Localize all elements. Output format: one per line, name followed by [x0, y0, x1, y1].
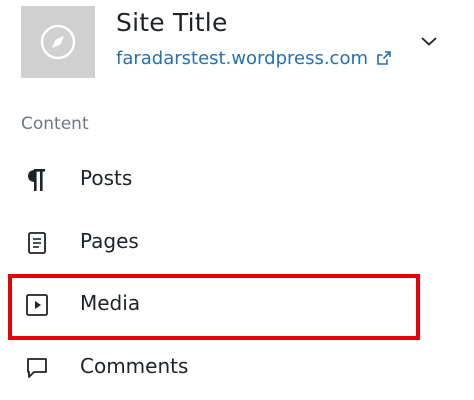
section-label-content: Content	[21, 114, 89, 134]
pilcrow-icon	[24, 167, 50, 193]
compass-icon	[40, 24, 76, 60]
site-header: Site Title faradarstest.wordpress.com	[0, 0, 474, 90]
menu-item-label: Pages	[80, 229, 139, 253]
external-link-icon	[376, 50, 392, 66]
site-title: Site Title	[116, 8, 228, 37]
media-icon	[24, 292, 50, 318]
menu-item-media[interactable]: Media	[0, 277, 474, 333]
menu-item-label: Posts	[80, 166, 133, 190]
menu-item-label: Comments	[80, 354, 189, 378]
menu-item-comments[interactable]: Comments	[0, 340, 474, 396]
site-switcher-button[interactable]	[414, 28, 444, 54]
menu-item-pages[interactable]: Pages	[0, 215, 474, 271]
page-icon	[24, 230, 50, 256]
site-icon[interactable]	[21, 6, 95, 78]
site-url-text: faradarstest.wordpress.com	[116, 47, 368, 69]
menu-item-label: Media	[80, 291, 141, 315]
site-url-link[interactable]: faradarstest.wordpress.com	[116, 46, 392, 70]
chevron-down-icon	[421, 37, 437, 46]
comment-icon	[24, 355, 50, 381]
menu-item-posts[interactable]: Posts	[0, 152, 474, 208]
